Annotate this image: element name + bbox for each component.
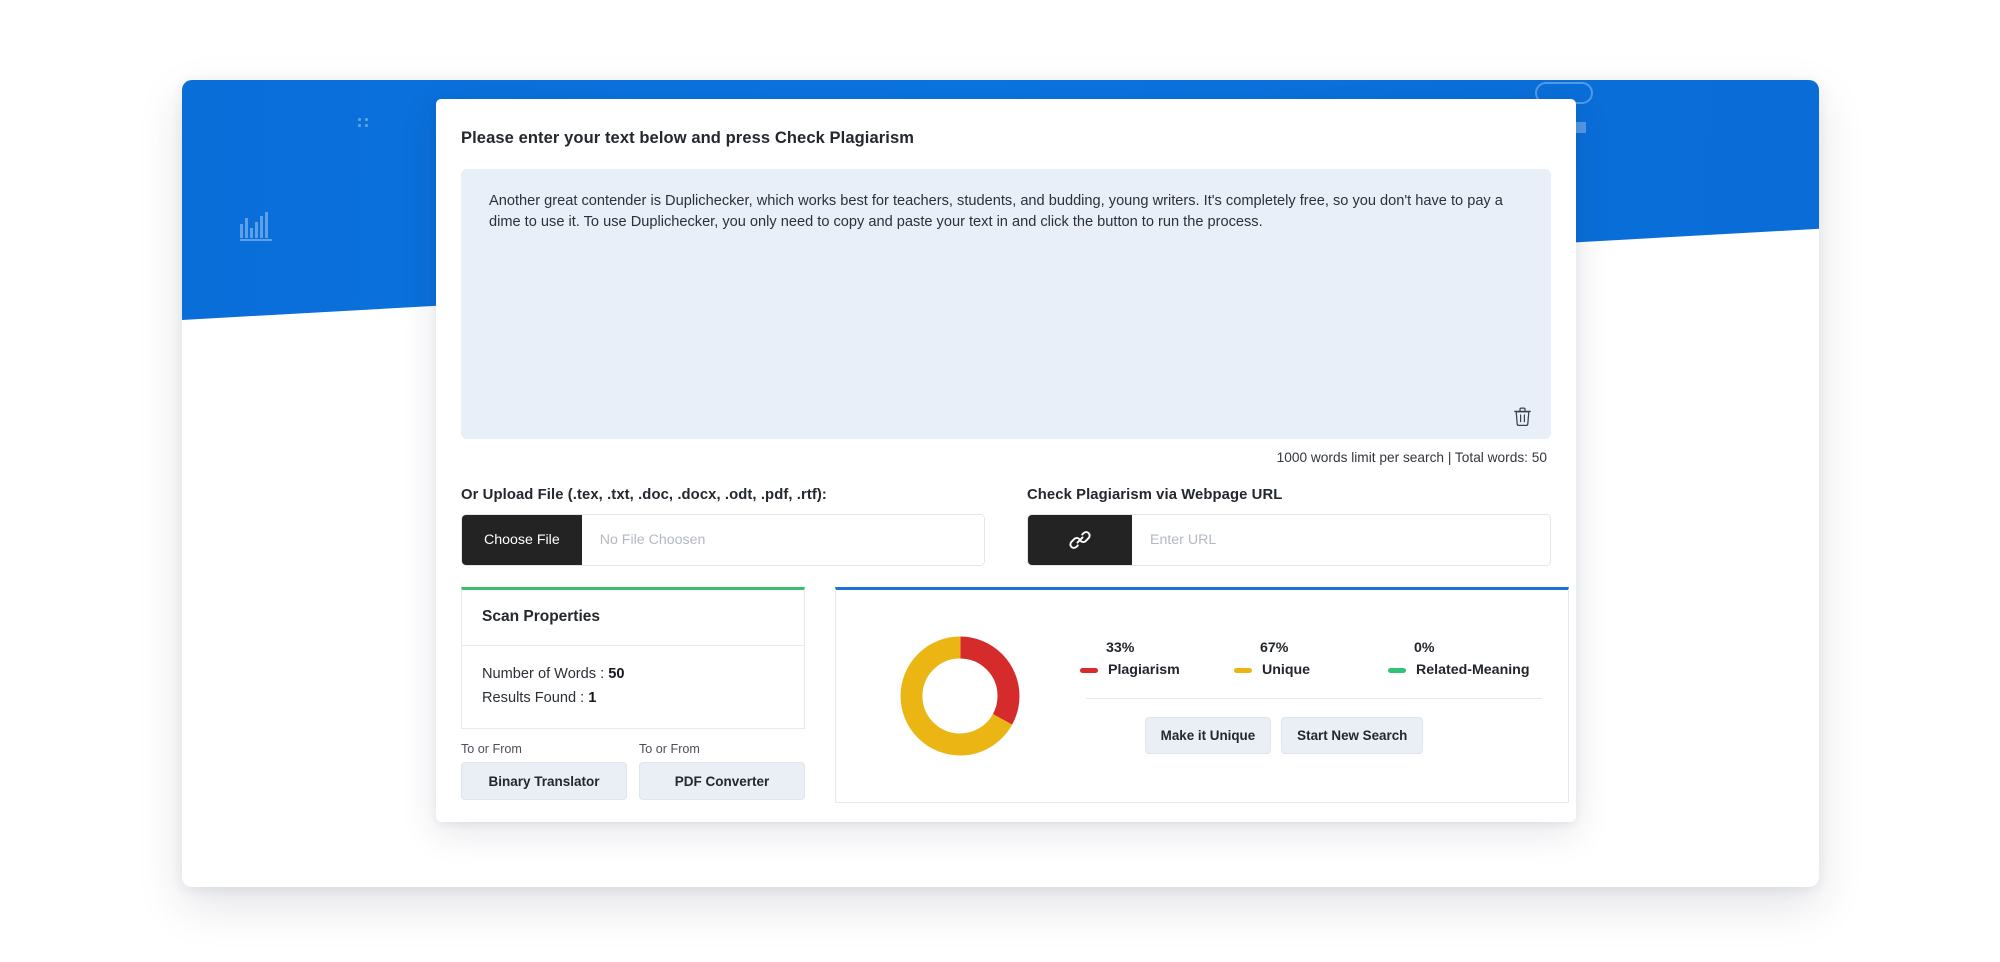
legend-plagiarism-label: Plagiarism bbox=[1108, 662, 1180, 678]
scan-properties-column: Scan Properties Number of Words : 50 Res… bbox=[461, 587, 805, 801]
dots-icon bbox=[358, 118, 374, 128]
word-limit-note: 1000 words limit per search | Total word… bbox=[1276, 450, 1547, 465]
make-it-unique-button[interactable]: Make it Unique bbox=[1144, 717, 1272, 754]
legend-related-meaning-percent: 0% bbox=[1414, 640, 1435, 656]
results-row: Scan Properties Number of Words : 50 Res… bbox=[461, 587, 1569, 803]
scan-row-words: Number of Words : 50 bbox=[482, 663, 784, 687]
plagiarism-checker-card: Please enter your text below and press C… bbox=[436, 99, 1576, 822]
result-actions: Make it Unique Start New Search bbox=[1080, 717, 1542, 754]
page-title: Please enter your text below and press C… bbox=[461, 129, 915, 147]
screen: Please enter your text below and press C… bbox=[0, 0, 2000, 962]
url-check-group: Check Plagiarism via Webpage URL Enter U… bbox=[1027, 487, 1551, 566]
pdf-converter-button[interactable]: PDF Converter bbox=[639, 762, 805, 801]
trash-icon[interactable] bbox=[1509, 403, 1535, 429]
scan-row-words-value: 50 bbox=[608, 666, 625, 682]
binary-translator-button[interactable]: Binary Translator bbox=[461, 762, 627, 801]
url-input[interactable]: Enter URL bbox=[1132, 515, 1550, 565]
divider bbox=[1086, 698, 1542, 699]
choose-file-button[interactable]: Choose File bbox=[462, 515, 582, 565]
editor-content[interactable]: Another great contender is Duplichecker,… bbox=[489, 191, 1523, 234]
legend-unique-percent: 67% bbox=[1260, 640, 1289, 656]
tool-binary-translator-caption: To or From bbox=[461, 742, 522, 757]
legend-unique-label: Unique bbox=[1262, 662, 1311, 678]
legend-swatch-related-meaning bbox=[1388, 667, 1406, 673]
tool-links-row: To or From Binary Translator To or From … bbox=[461, 742, 805, 801]
tool-pdf-converter: To or From PDF Converter bbox=[639, 742, 805, 801]
results-panel: 33% Plagiarism 67% Unique 0% Related-Mea… bbox=[835, 587, 1569, 803]
url-check-label: Check Plagiarism via Webpage URL bbox=[1027, 487, 1283, 503]
legend-related-meaning-label: Related-Meaning bbox=[1416, 662, 1530, 678]
upload-file-group: Or Upload File (.tex, .txt, .doc, .docx,… bbox=[461, 487, 985, 566]
scan-properties-heading: Scan Properties bbox=[482, 608, 601, 625]
file-name-display[interactable]: No File Choosen bbox=[581, 515, 984, 565]
legend-item-unique: 67% Unique bbox=[1234, 640, 1388, 678]
legend-rows: 33% Plagiarism 67% Unique 0% Related-Mea… bbox=[1080, 640, 1542, 678]
square-dot-icon bbox=[1575, 122, 1586, 133]
legend-item-related-meaning: 0% Related-Meaning bbox=[1388, 640, 1542, 678]
chart-legend: 33% Plagiarism 67% Unique 0% Related-Mea… bbox=[1080, 640, 1542, 754]
scan-row-results-label: Results Found : bbox=[482, 689, 585, 706]
scan-properties-body: Number of Words : 50 Results Found : 1 bbox=[461, 645, 805, 730]
tool-binary-translator: To or From Binary Translator bbox=[461, 742, 627, 801]
tool-pdf-converter-caption: To or From bbox=[639, 742, 700, 757]
start-new-search-button[interactable]: Start New Search bbox=[1281, 717, 1424, 754]
link-icon[interactable] bbox=[1028, 515, 1132, 565]
legend-item-plagiarism: 33% Plagiarism bbox=[1080, 640, 1234, 678]
text-editor[interactable]: Another great contender is Duplichecker,… bbox=[461, 169, 1551, 439]
legend-plagiarism-percent: 33% bbox=[1106, 640, 1135, 656]
bar-chart-icon bbox=[240, 212, 276, 247]
input-row: Or Upload File (.tex, .txt, .doc, .docx,… bbox=[461, 487, 1551, 566]
plagiarism-donut-chart bbox=[896, 632, 1024, 760]
scan-row-results: Results Found : 1 bbox=[482, 687, 784, 711]
url-input-group[interactable]: Enter URL bbox=[1027, 514, 1551, 566]
file-input-group[interactable]: Choose File No File Choosen bbox=[461, 514, 985, 566]
scan-row-results-value: 1 bbox=[588, 689, 597, 706]
results-column: 33% Plagiarism 67% Unique 0% Related-Mea… bbox=[835, 587, 1569, 803]
legend-swatch-plagiarism bbox=[1080, 667, 1098, 673]
scan-row-words-label: Number of Words : bbox=[482, 666, 605, 682]
upload-file-label: Or Upload File (.tex, .txt, .doc, .docx,… bbox=[461, 487, 827, 503]
browser-window: Please enter your text below and press C… bbox=[182, 80, 1819, 887]
scan-properties-panel: Scan Properties bbox=[461, 587, 805, 646]
legend-swatch-unique bbox=[1234, 667, 1252, 673]
